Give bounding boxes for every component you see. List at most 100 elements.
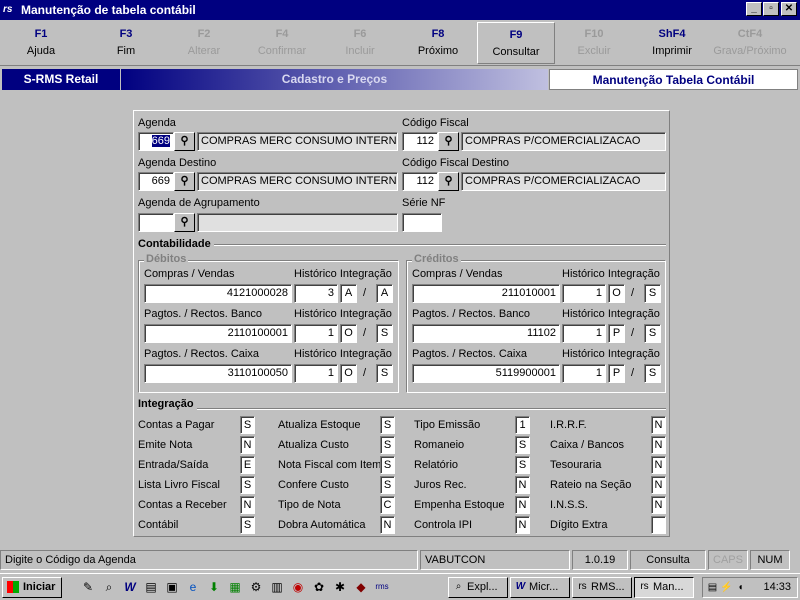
agenda-destino-input[interactable]: 669 xyxy=(138,172,174,191)
integracao-option-input[interactable]: S xyxy=(240,416,255,434)
integracao-option-input[interactable]: N xyxy=(515,496,530,514)
quicklaunch-internet-explorer-icon[interactable]: e xyxy=(185,579,201,595)
quicklaunch-tools-icon[interactable]: ⚙ xyxy=(248,579,264,595)
quicklaunch-document-icon[interactable]: ▤ xyxy=(143,579,159,595)
integracao-option-input[interactable]: N xyxy=(651,416,666,434)
debitos-account-input[interactable]: 2110100001 xyxy=(144,324,292,343)
fkey-shf4-button[interactable]: ShF4 Imprimir xyxy=(633,22,711,64)
agenda-agrupamento-input[interactable] xyxy=(138,213,174,232)
integracao-option-input[interactable]: S xyxy=(515,436,530,454)
integracao-option-input[interactable]: N xyxy=(240,436,255,454)
quicklaunch-grid-icon[interactable]: ▦ xyxy=(227,579,243,595)
fkey-f10-button[interactable]: F10 Excluir xyxy=(555,22,633,64)
integracao-option-label: I.N.S.S. xyxy=(550,499,588,511)
integracao-option-input[interactable]: N xyxy=(651,456,666,474)
debitos-account-input[interactable]: 3110100050 xyxy=(144,364,292,383)
integracao-option-label: Contas a Receber xyxy=(138,499,227,511)
integracao-option-input[interactable]: S xyxy=(380,476,395,494)
quicklaunch-search-icon[interactable]: ⌕ xyxy=(101,579,117,595)
creditos-account-input[interactable]: 11102 xyxy=(412,324,560,343)
codigo-fiscal-input[interactable]: 112 xyxy=(402,132,438,151)
fkey-action-label: Excluir xyxy=(577,45,611,57)
debitos-integracao-1-input[interactable]: O xyxy=(340,324,357,343)
debitos-integracao-1-input[interactable]: O xyxy=(340,364,357,383)
integracao-option-input[interactable]: N xyxy=(651,476,666,494)
integracao-option-input[interactable]: S xyxy=(240,516,255,534)
agenda-search-binoculars-icon[interactable]: ⚲ xyxy=(174,132,195,151)
creditos-historico-input[interactable]: 1 xyxy=(562,324,606,343)
tray-volume-icon[interactable]: ◖ xyxy=(734,581,747,594)
start-button[interactable]: Iniciar xyxy=(2,577,62,598)
fkey-f3-button[interactable]: F3 Fim xyxy=(87,22,165,64)
debitos-integracao-2-input[interactable]: S xyxy=(376,364,393,383)
integracao-option-input[interactable]: S xyxy=(515,456,530,474)
quicklaunch-notepad-icon[interactable]: ✎ xyxy=(80,579,96,595)
tray-printer-icon[interactable]: ▤ xyxy=(706,581,719,594)
quicklaunch-folder-icon[interactable]: ▣ xyxy=(164,579,180,595)
creditos-account-input[interactable]: 211010001 xyxy=(412,284,560,303)
creditos-historico-input[interactable]: 1 xyxy=(562,284,606,303)
creditos-row-label: Pagtos. / Rectos. Caixa xyxy=(412,348,527,360)
quicklaunch-report-icon[interactable]: ◆ xyxy=(353,579,369,595)
creditos-integracao-1-input[interactable]: O xyxy=(608,284,625,303)
creditos-integracao-1-input[interactable]: P xyxy=(608,364,625,383)
creditos-historico-input[interactable]: 1 xyxy=(562,364,606,383)
integracao-option-input[interactable]: S xyxy=(240,476,255,494)
debitos-integracao-2-input[interactable]: S xyxy=(376,324,393,343)
integracao-option-input[interactable]: 1 xyxy=(515,416,530,434)
integracao-option-input[interactable]: N xyxy=(240,496,255,514)
creditos-account-input[interactable]: 5119900001 xyxy=(412,364,560,383)
debitos-historico-input[interactable]: 1 xyxy=(294,324,338,343)
quicklaunch-star-icon[interactable]: ✱ xyxy=(332,579,348,595)
minimize-button[interactable]: _ xyxy=(746,2,762,16)
fkey-f6-button[interactable]: F6 Incluir xyxy=(321,22,399,64)
quicklaunch-app-icon[interactable]: ◉ xyxy=(290,579,306,595)
debitos-integracao-1-input[interactable]: A xyxy=(340,284,357,303)
integracao-option-input[interactable]: N xyxy=(651,436,666,454)
codigo-fiscal-destino-search-binoculars-icon[interactable]: ⚲ xyxy=(438,172,459,191)
tray-network-icon[interactable]: ⚡ xyxy=(720,581,733,594)
integracao-option-input[interactable]: N xyxy=(515,476,530,494)
fkey-f2-button[interactable]: F2 Alterar xyxy=(165,22,243,64)
codigo-fiscal-search-binoculars-icon[interactable]: ⚲ xyxy=(438,132,459,151)
taskbar-task-rms[interactable]: rs RMS... xyxy=(572,577,632,598)
agenda-destino-search-binoculars-icon[interactable]: ⚲ xyxy=(174,172,195,191)
integracao-option-input[interactable]: S xyxy=(380,436,395,454)
integracao-option-input[interactable]: N xyxy=(651,496,666,514)
agenda-agrupamento-search-binoculars-icon[interactable]: ⚲ xyxy=(174,213,195,232)
quicklaunch-calculator-icon[interactable]: ▥ xyxy=(269,579,285,595)
integracao-option-input[interactable]: S xyxy=(380,416,395,434)
creditos-integracao-2-input[interactable]: S xyxy=(644,324,661,343)
integracao-option-input[interactable] xyxy=(651,516,666,534)
agenda-code-input[interactable]: 669 xyxy=(138,132,174,151)
integracao-option-input[interactable]: N xyxy=(380,516,395,534)
debitos-historico-input[interactable]: 3 xyxy=(294,284,338,303)
taskbar-task-word[interactable]: W Micr... xyxy=(510,577,570,598)
taskbar-task-explorer[interactable]: ⌕ Expl... xyxy=(448,577,508,598)
quicklaunch-download-icon[interactable]: ⬇ xyxy=(206,579,222,595)
fkey-f8-button[interactable]: F8 Próximo xyxy=(399,22,477,64)
creditos-integracao-2-input[interactable]: S xyxy=(644,284,661,303)
fkey-f1-button[interactable]: F1 Ajuda xyxy=(2,22,80,64)
integracao-option-input[interactable]: E xyxy=(240,456,255,474)
quicklaunch-rms-icon[interactable]: rms xyxy=(374,579,390,595)
quicklaunch-word-icon[interactable]: W xyxy=(122,579,138,595)
debitos-account-input[interactable]: 4121000028 xyxy=(144,284,292,303)
quicklaunch-paint-icon[interactable]: ✿ xyxy=(311,579,327,595)
creditos-integracao-2-input[interactable]: S xyxy=(644,364,661,383)
creditos-integracao-1-input[interactable]: P xyxy=(608,324,625,343)
integracao-option-input[interactable]: C xyxy=(380,496,395,514)
fkey-f4-button[interactable]: F4 Confirmar xyxy=(243,22,321,64)
maximize-button[interactable]: ▫ xyxy=(763,2,779,16)
integracao-option-input[interactable]: N xyxy=(515,516,530,534)
codigo-fiscal-destino-input[interactable]: 112 xyxy=(402,172,438,191)
debitos-historico-input[interactable]: 1 xyxy=(294,364,338,383)
serie-nf-input[interactable] xyxy=(402,213,442,232)
close-button[interactable]: ✕ xyxy=(781,2,797,16)
fkey-ctf4-button[interactable]: CtF4 Grava/Próximo xyxy=(711,22,789,64)
debitos-integracao-2-input[interactable]: A xyxy=(376,284,393,303)
fkey-f9-button[interactable]: F9 Consultar xyxy=(477,22,555,64)
status-message: Digite o Código da Agenda xyxy=(0,550,418,570)
taskbar-task-manutencao[interactable]: rs Man... xyxy=(634,577,694,598)
integracao-option-input[interactable]: S xyxy=(380,456,395,474)
